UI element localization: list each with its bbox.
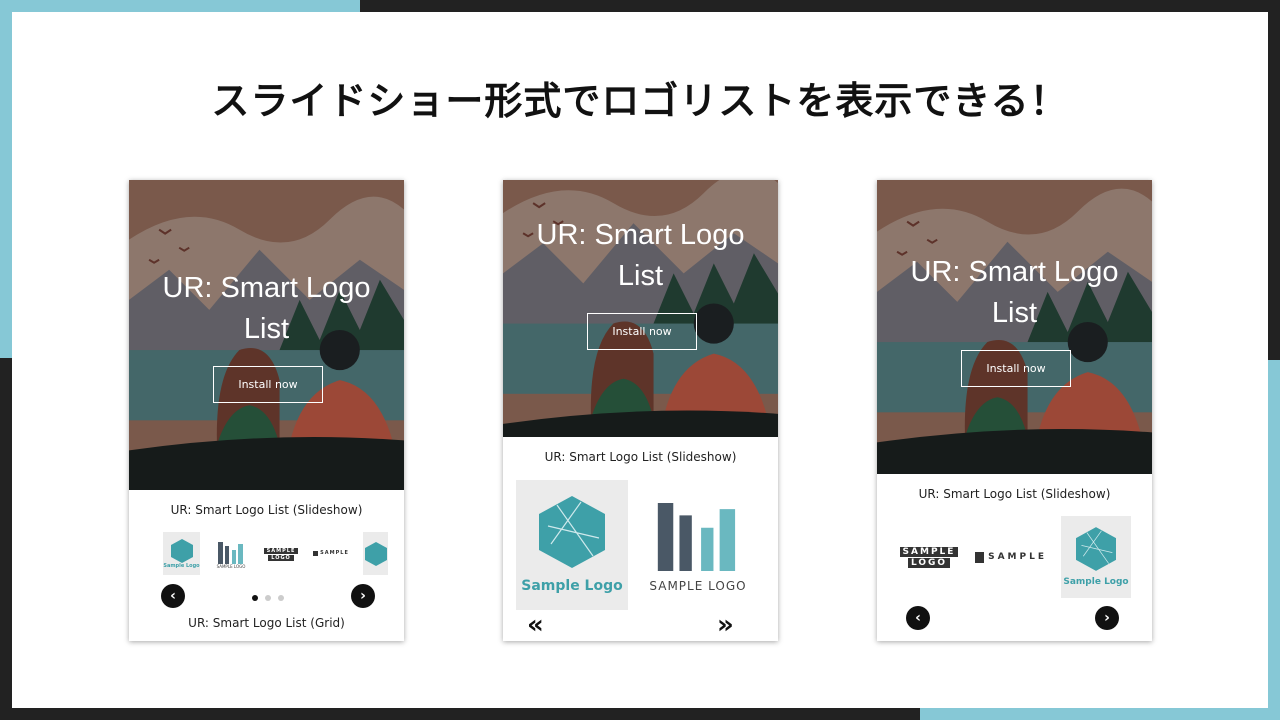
logo-hexagon[interactable]: Sample Logo [516,480,628,610]
grid-title: UR: Smart Logo List (Grid) [188,616,345,630]
logo-square-text: SAMPLE [988,552,1047,562]
pagination-dots [252,595,284,601]
page-dot-2[interactable] [265,595,271,601]
page-dot-1[interactable] [252,595,258,601]
phone-preview-3: UR: Smart Logo List Install now UR: Smart… [877,180,1152,641]
logo-square-text: SAMPLE [320,550,349,556]
phone-preview-2: UR: Smart Logo List Install now UR: Smart… [503,180,778,641]
install-now-button[interactable]: Install now [961,350,1071,387]
phone-preview-1: UR: Smart Logo List Install now UR: Smart… [129,180,404,641]
accent-bottom-right [920,708,1280,720]
hexagon-icon [1076,527,1116,571]
headline: スライドショー形式でロゴリストを表示できる！ [211,79,1069,123]
logo-box-line2: LOGO [268,554,294,561]
accent-left [0,0,12,358]
next-arrow-button[interactable]: › [1095,606,1119,630]
hero-banner: UR: Smart Logo List Install now [503,180,778,437]
square-icon [975,551,985,563]
hero-banner: UR: Smart Logo List Install now [129,180,404,490]
logo-box[interactable]: SAMPLE LOGO [897,542,961,572]
logo-hexagon[interactable]: Sample Logo [163,532,200,575]
hero-title: UR: Smart Logo List [877,252,1152,334]
slideshow-title: UR: Smart Logo List (Slideshow) [544,450,737,464]
hero-title: UR: Smart Logo List [129,268,404,350]
hexagon-icon [364,541,387,566]
hero-title-line2: List [991,297,1038,329]
logo-box[interactable]: SAMPLE LOGO [263,546,299,562]
hero-title-line1: UR: Smart Logo [162,272,371,304]
hero-title-line1: UR: Smart Logo [536,219,745,251]
install-now-button[interactable]: Install now [213,366,323,403]
next-arrow-button[interactable]: › [351,584,375,608]
hexagon-icon [170,538,193,563]
slideshow-title: UR: Smart Logo List (Slideshow) [918,487,1111,501]
logo-caption: SAMPLE LOGO [216,563,246,569]
square-icon [313,550,319,556]
logo-box-line1: SAMPLE [899,546,959,557]
logo-square[interactable]: SAMPLE [311,546,351,560]
logo-m[interactable]: SAMPLE LOGO [643,490,753,605]
logo-hexagon-partial[interactable] [363,532,388,575]
page-dot-3[interactable] [278,595,284,601]
hexagon-icon [539,496,605,568]
hero-title-line2: List [243,313,290,345]
next-double-arrow-button[interactable]: » [717,612,734,638]
hero-title-line2: List [617,260,664,292]
install-now-button[interactable]: Install now [587,313,697,350]
slideshow-title: UR: Smart Logo List (Slideshow) [170,503,363,517]
accent-top-left [0,0,360,12]
prev-double-arrow-button[interactable]: « [527,612,544,638]
logo-box-line1: SAMPLE [263,547,299,554]
prev-arrow-button[interactable]: ‹ [161,584,185,608]
hero-title-line1: UR: Smart Logo [910,256,1119,288]
logo-hexagon[interactable]: Sample Logo [1061,516,1131,598]
logo-caption: Sample Logo [521,578,623,594]
logo-square[interactable]: SAMPLE [975,548,1047,566]
hero-title: UR: Smart Logo List [503,215,778,297]
logo-m[interactable]: SAMPLE LOGO [213,536,249,574]
prev-arrow-button[interactable]: ‹ [906,606,930,630]
logo-box-line2: LOGO [907,557,951,568]
hero-banner: UR: Smart Logo List Install now [877,180,1152,474]
m-logo-icon [657,502,736,571]
logo-caption: SAMPLE LOGO [649,578,747,593]
accent-right [1268,360,1280,720]
m-logo-icon [218,541,243,564]
logo-caption: Sample Logo [163,562,200,569]
logo-caption: Sample Logo [1063,577,1129,587]
